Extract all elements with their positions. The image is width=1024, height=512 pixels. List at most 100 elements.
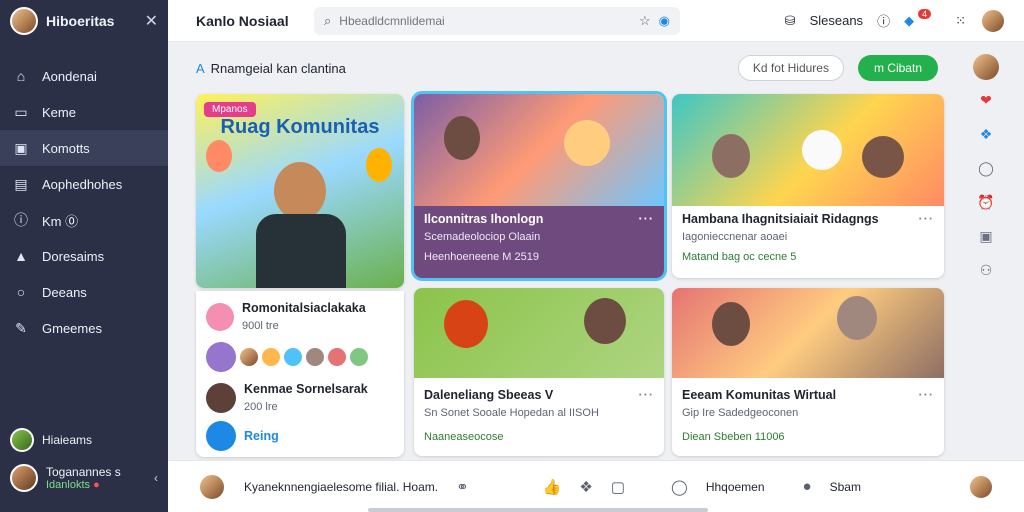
sidebar-footer-item[interactable]: Hiaieams — [0, 422, 168, 458]
grid-icon: ▣ — [14, 139, 28, 156]
card-subtitle-2: Heenhoeneene M 2519 — [424, 251, 539, 263]
a-icon: A — [196, 60, 205, 76]
exit-icon[interactable]: ▣ — [975, 228, 997, 250]
search-input[interactable] — [339, 13, 631, 28]
link-icon[interactable]: ⚭ — [456, 478, 469, 496]
doc-icon: ▭ — [14, 103, 28, 120]
bookmark-icon[interactable]: ▢ — [611, 478, 625, 496]
person-body — [256, 214, 346, 288]
person-illustration — [444, 116, 480, 160]
card-title: Kenmae Sornelsarak — [244, 382, 368, 396]
sidebar-item-2[interactable]: ▣ Komotts — [0, 130, 168, 166]
person-illustration — [584, 298, 626, 344]
card-link[interactable]: Reing — [244, 429, 279, 443]
more-icon[interactable]: ··· — [919, 388, 935, 402]
card-title: Ilconnitras Ihonlogn — [424, 212, 544, 226]
mascot-illustration — [862, 136, 904, 178]
bottom-bar: Kyaneknnengiaelesome filial. Hoam. ⚭ 👍 ❖… — [168, 460, 1024, 512]
sidebar-item-6[interactable]: ○ Deeans — [0, 274, 168, 310]
avatar — [10, 464, 38, 492]
avatar — [284, 348, 302, 366]
more-icon[interactable]: ··· — [639, 388, 655, 402]
balloon-icon — [206, 140, 232, 172]
thumbs-up-icon[interactable]: 👍 — [543, 478, 562, 496]
sidebar-item-label: Deeans — [42, 284, 87, 300]
topbar: Kanlo Nosiaal ⌕ ☆ ◉ ⛁ Sleseans ⓘ ◆ 4 ⁙ — [168, 0, 1024, 42]
chevron-left-icon[interactable]: ‹ — [154, 471, 158, 485]
community-card[interactable]: Ilconnitras Ihonlogn ··· Scemadeolociop O… — [411, 91, 667, 281]
sidebar-item-1[interactable]: ▭ Keme — [0, 94, 168, 130]
community-card-details[interactable]: Romonitalsiaclakaka 900l tre Kenmae Sorn… — [196, 291, 404, 457]
bag-icon[interactable]: ⛁ — [785, 13, 796, 29]
community-card[interactable]: Mpanos Ruag Komunitas — [196, 94, 404, 288]
bookmark-icon[interactable]: ☆ — [639, 13, 651, 29]
sidebar-item-5[interactable]: ▲ Doresaims — [0, 238, 168, 274]
search-box[interactable]: ⌕ ☆ ◉ — [314, 6, 680, 35]
home-icon: ⌂ — [16, 68, 26, 84]
heart-icon[interactable]: ❤ — [975, 92, 997, 114]
pen-icon: ✎ — [15, 319, 27, 336]
search-icon: ○ — [16, 284, 26, 300]
user-name: Toganannes s — [46, 465, 121, 479]
ghost-button[interactable]: Kd fot Hidures — [737, 55, 844, 81]
card-meta: Hambana Ihagnitsiaiait Ridagngs ··· Iagon… — [672, 206, 944, 269]
chat-icon[interactable]: ◯ — [975, 160, 997, 182]
sidebar-item-0[interactable]: ⌂ Aondenai — [0, 58, 168, 94]
balloon-icon — [366, 148, 392, 182]
card-subtitle-2: Naaneaseocose — [424, 431, 504, 443]
bottom-right-label-1[interactable]: Hhqoemen — [706, 480, 765, 494]
sidebar-item-label: Doresaims — [42, 248, 105, 264]
card-banner-title: Ruag Komunitas — [220, 116, 380, 138]
card-tag: Mpanos — [204, 102, 256, 117]
sidebar-item-label: Km ⓪ — [42, 213, 79, 229]
avatar[interactable] — [10, 7, 38, 35]
chat-icon: ▤ — [14, 175, 28, 192]
avatar[interactable] — [198, 472, 226, 501]
avatar[interactable] — [968, 473, 994, 500]
comment-icon[interactable]: ◯ — [671, 478, 688, 496]
mascot-illustration — [802, 130, 842, 170]
alarm-icon[interactable]: ⏰ — [975, 194, 997, 216]
apps-icon[interactable]: ❖ — [579, 478, 592, 496]
primary-button[interactable]: m Cibatn — [857, 55, 938, 81]
sidebar-item-3[interactable]: ▤ Aophedhohes — [0, 166, 168, 202]
user-icon[interactable]: ● — [803, 478, 812, 495]
filter-icon[interactable]: ◉ — [659, 13, 670, 29]
card-subtitle: Sn Sonet Sooale Hopedan al IISOH — [424, 407, 599, 419]
person-illustration — [837, 296, 877, 340]
card-title: Daleneliang Sbeeas V — [424, 388, 554, 402]
community-card[interactable]: Daleneliang Sbeeas V ··· Sn Sonet Sooale … — [414, 288, 664, 456]
person-illustration — [274, 162, 326, 220]
sidebar-item-4[interactable]: ⓘ Km ⓪ — [0, 202, 168, 238]
avatar[interactable] — [973, 54, 999, 80]
more-icon[interactable]: ··· — [919, 212, 935, 226]
apps-grid-icon[interactable]: ⁙ — [955, 13, 966, 29]
card-title: Eeeam Komunitas Wirtual — [682, 388, 837, 402]
person-illustration — [712, 302, 750, 346]
page-heading: Rnamgeial kan clantina — [210, 60, 346, 76]
card-subtitle-2: Diean Sbeben 11006 — [682, 431, 785, 443]
more-icon[interactable]: ··· — [639, 212, 655, 226]
close-icon[interactable]: ✕ — [145, 11, 158, 31]
sidebar: Hiboeritas ✕ ⌂ Aondenai ▭ Keme ▣ Komotts ▤ A… — [0, 0, 168, 512]
people-icon[interactable]: ⚇ — [975, 262, 997, 284]
sidebar-title: Hiboeritas — [46, 13, 115, 29]
bottom-right-label-2[interactable]: Sbam — [830, 480, 861, 494]
info-icon[interactable]: ⓘ — [877, 11, 890, 30]
community-card[interactable]: Eeeam Komunitas Wirtual ··· Gip Ire Saded… — [672, 288, 944, 456]
share-icon[interactable]: ❖ — [975, 126, 997, 148]
avatar — [206, 302, 234, 331]
community-card[interactable]: Hambana Ihagnitsiaiait Ridagngs ··· Iagon… — [672, 94, 944, 278]
horizontal-scrollbar[interactable] — [368, 508, 708, 512]
member-avatars — [206, 342, 394, 372]
avatar[interactable] — [980, 7, 1006, 34]
user-profile[interactable]: Toganannes s Idanlokts ● ‹ — [0, 458, 168, 498]
avatar — [328, 348, 346, 366]
card-subtitle-2: Matand bag oc cecne 5 — [682, 251, 797, 263]
avatar — [262, 348, 280, 366]
topbar-right-label[interactable]: Sleseans — [810, 13, 863, 28]
info-icon: ⓘ — [14, 212, 28, 228]
sidebar-header: Hiboeritas ✕ — [0, 0, 168, 42]
sidebar-item-7[interactable]: ✎ Gmeemes — [0, 310, 168, 346]
notification-icon[interactable]: ◆ — [904, 13, 914, 29]
